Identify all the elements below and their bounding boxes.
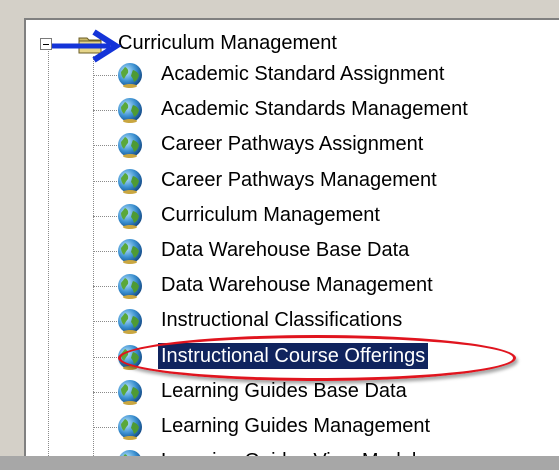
tree-item-label[interactable]: Academic Standard Assignment (158, 61, 448, 87)
tree-item-label[interactable]: Curriculum Management (158, 202, 383, 228)
globe-icon (118, 379, 142, 405)
globe-icon (118, 309, 142, 335)
tree-item-label[interactable]: Career Pathways Management (158, 167, 440, 193)
tree-item-label[interactable]: Learning Guides Base Data (158, 378, 410, 404)
globe-icon (118, 239, 142, 264)
globe-icon (119, 450, 141, 456)
tree-item[interactable]: Instructional Classifications (92, 304, 559, 338)
globe-icon (118, 98, 142, 124)
tree-item[interactable]: Data Warehouse Base Data (92, 234, 559, 268)
tree-item[interactable]: Career Pathways Assignment (92, 128, 559, 162)
tree-item-label[interactable]: Career Pathways Assignment (158, 131, 426, 157)
tree-item[interactable]: Instructional Course Offerings (92, 340, 559, 374)
tree-item-label[interactable]: Instructional Classifications (158, 307, 405, 333)
tree-item-label[interactable]: Learning Guides View Model (158, 448, 419, 456)
globe-icon (118, 203, 142, 229)
globe-icon (118, 415, 142, 440)
globe-icon (118, 274, 142, 300)
tree-item[interactable]: Career Pathways Management (92, 164, 559, 198)
tree-view-panel[interactable]: Curriculum Management Academic Standard … (24, 18, 559, 456)
globe-icon (118, 63, 142, 88)
tree-item-label[interactable]: Data Warehouse Management (158, 272, 436, 298)
tree-item[interactable]: Curriculum Management (92, 199, 559, 233)
tree-item[interactable]: Academic Standards Management (92, 93, 559, 127)
tree-item-label[interactable]: Academic Standards Management (158, 96, 471, 122)
tree-root-label[interactable]: Curriculum Management (118, 30, 337, 56)
tree-item-label[interactable]: Instructional Course Offerings (158, 342, 429, 369)
globe-icon (118, 168, 142, 194)
tree-guide-line (48, 42, 49, 456)
tree-item[interactable]: Academic Standard Assignment (92, 58, 559, 92)
tree-item[interactable]: Learning Guides Base Data (92, 375, 559, 409)
tree-item[interactable]: Data Warehouse Management (92, 269, 559, 303)
tree-item-label[interactable]: Data Warehouse Base Data (158, 237, 412, 263)
globe-icon (118, 344, 142, 370)
globe-icon (118, 133, 142, 159)
tree-item-label[interactable]: Learning Guides Management (158, 413, 433, 439)
tree-item[interactable]: Learning Guides Management (92, 410, 559, 444)
tree-item[interactable]: Learning Guides View Model (92, 445, 559, 456)
window-bottom-border (0, 456, 559, 470)
